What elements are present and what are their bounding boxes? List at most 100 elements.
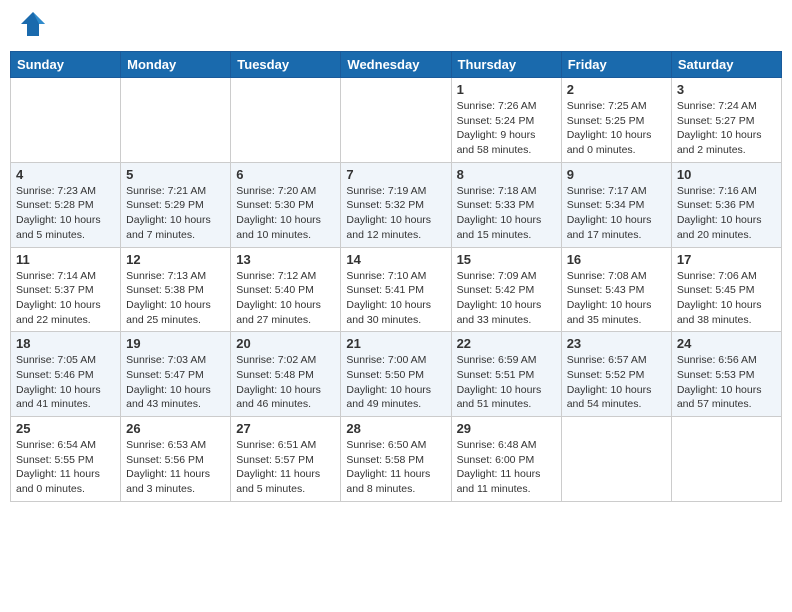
day-number: 12 bbox=[126, 252, 225, 267]
calendar-cell: 16 Sunrise: 7:08 AM Sunset: 5:43 PM Dayli… bbox=[561, 247, 671, 332]
day-info: Sunrise: 7:21 AM Sunset: 5:29 PM Dayligh… bbox=[126, 184, 225, 243]
calendar-cell bbox=[231, 78, 341, 163]
calendar-cell: 3 Sunrise: 7:24 AM Sunset: 5:27 PM Daylig… bbox=[671, 78, 781, 163]
day-number: 4 bbox=[16, 167, 115, 182]
week-row-1: 1Sunrise: 7:26 AM Sunset: 5:24 PM Daylig… bbox=[11, 78, 782, 163]
day-number: 3 bbox=[677, 82, 776, 97]
day-header-monday: Monday bbox=[121, 52, 231, 78]
day-info: Sunrise: 6:59 AM Sunset: 5:51 PM Dayligh… bbox=[457, 353, 556, 412]
day-number: 17 bbox=[677, 252, 776, 267]
day-number: 13 bbox=[236, 252, 335, 267]
day-info: Sunrise: 6:56 AM Sunset: 5:53 PM Dayligh… bbox=[677, 353, 776, 412]
day-info: Sunrise: 7:14 AM Sunset: 5:37 PM Dayligh… bbox=[16, 269, 115, 328]
day-info: Sunrise: 7:06 AM Sunset: 5:45 PM Dayligh… bbox=[677, 269, 776, 328]
calendar-cell: 4 Sunrise: 7:23 AM Sunset: 5:28 PM Daylig… bbox=[11, 162, 121, 247]
day-header-tuesday: Tuesday bbox=[231, 52, 341, 78]
day-number: 28 bbox=[346, 421, 445, 436]
day-header-thursday: Thursday bbox=[451, 52, 561, 78]
calendar-cell: 9Sunrise: 7:17 AM Sunset: 5:34 PM Daylig… bbox=[561, 162, 671, 247]
calendar-cell: 13 Sunrise: 7:12 AM Sunset: 5:40 PM Dayli… bbox=[231, 247, 341, 332]
day-info: Sunrise: 7:03 AM Sunset: 5:47 PM Dayligh… bbox=[126, 353, 225, 412]
day-number: 22 bbox=[457, 336, 556, 351]
calendar-cell: 20 Sunrise: 7:02 AM Sunset: 5:48 PM Dayli… bbox=[231, 332, 341, 417]
calendar-cell: 2 Sunrise: 7:25 AM Sunset: 5:25 PM Daylig… bbox=[561, 78, 671, 163]
calendar-cell: 1Sunrise: 7:26 AM Sunset: 5:24 PM Daylig… bbox=[451, 78, 561, 163]
calendar-cell: 26 Sunrise: 6:53 AM Sunset: 5:56 PM Dayli… bbox=[121, 417, 231, 502]
day-header-sunday: Sunday bbox=[11, 52, 121, 78]
day-number: 19 bbox=[126, 336, 225, 351]
calendar-cell bbox=[341, 78, 451, 163]
day-number: 15 bbox=[457, 252, 556, 267]
day-info: Sunrise: 7:23 AM Sunset: 5:28 PM Dayligh… bbox=[16, 184, 115, 243]
calendar-cell: 24 Sunrise: 6:56 AM Sunset: 5:53 PM Dayli… bbox=[671, 332, 781, 417]
day-info: Sunrise: 7:10 AM Sunset: 5:41 PM Dayligh… bbox=[346, 269, 445, 328]
day-number: 18 bbox=[16, 336, 115, 351]
calendar-cell: 22 Sunrise: 6:59 AM Sunset: 5:51 PM Dayli… bbox=[451, 332, 561, 417]
logo bbox=[14, 10, 47, 43]
day-number: 8 bbox=[457, 167, 556, 182]
logo-icon bbox=[19, 10, 47, 43]
day-info: Sunrise: 7:09 AM Sunset: 5:42 PM Dayligh… bbox=[457, 269, 556, 328]
day-number: 5 bbox=[126, 167, 225, 182]
day-info: Sunrise: 6:51 AM Sunset: 5:57 PM Dayligh… bbox=[236, 438, 335, 497]
day-number: 26 bbox=[126, 421, 225, 436]
calendar-cell: 27 Sunrise: 6:51 AM Sunset: 5:57 PM Dayli… bbox=[231, 417, 341, 502]
calendar-cell: 28 Sunrise: 6:50 AM Sunset: 5:58 PM Dayli… bbox=[341, 417, 451, 502]
day-info: Sunrise: 7:24 AM Sunset: 5:27 PM Dayligh… bbox=[677, 99, 776, 158]
day-number: 24 bbox=[677, 336, 776, 351]
day-info: Sunrise: 7:16 AM Sunset: 5:36 PM Dayligh… bbox=[677, 184, 776, 243]
calendar-cell: 6Sunrise: 7:20 AM Sunset: 5:30 PM Daylig… bbox=[231, 162, 341, 247]
calendar-cell bbox=[11, 78, 121, 163]
day-number: 14 bbox=[346, 252, 445, 267]
calendar-cell bbox=[561, 417, 671, 502]
calendar-cell: 29Sunrise: 6:48 AM Sunset: 6:00 PM Dayli… bbox=[451, 417, 561, 502]
day-info: Sunrise: 7:05 AM Sunset: 5:46 PM Dayligh… bbox=[16, 353, 115, 412]
week-row-5: 25Sunrise: 6:54 AM Sunset: 5:55 PM Dayli… bbox=[11, 417, 782, 502]
calendar-cell: 10 Sunrise: 7:16 AM Sunset: 5:36 PM Dayli… bbox=[671, 162, 781, 247]
day-number: 1 bbox=[457, 82, 556, 97]
day-header-saturday: Saturday bbox=[671, 52, 781, 78]
day-info: Sunrise: 7:25 AM Sunset: 5:25 PM Dayligh… bbox=[567, 99, 666, 158]
week-row-4: 18 Sunrise: 7:05 AM Sunset: 5:46 PM Dayli… bbox=[11, 332, 782, 417]
day-info: Sunrise: 7:08 AM Sunset: 5:43 PM Dayligh… bbox=[567, 269, 666, 328]
calendar-cell: 14 Sunrise: 7:10 AM Sunset: 5:41 PM Dayli… bbox=[341, 247, 451, 332]
day-info: Sunrise: 7:18 AM Sunset: 5:33 PM Dayligh… bbox=[457, 184, 556, 243]
day-number: 20 bbox=[236, 336, 335, 351]
calendar-cell bbox=[121, 78, 231, 163]
day-info: Sunrise: 7:12 AM Sunset: 5:40 PM Dayligh… bbox=[236, 269, 335, 328]
day-info: Sunrise: 6:57 AM Sunset: 5:52 PM Dayligh… bbox=[567, 353, 666, 412]
day-info: Sunrise: 7:02 AM Sunset: 5:48 PM Dayligh… bbox=[236, 353, 335, 412]
day-number: 27 bbox=[236, 421, 335, 436]
day-number: 6 bbox=[236, 167, 335, 182]
calendar-cell: 5 Sunrise: 7:21 AM Sunset: 5:29 PM Daylig… bbox=[121, 162, 231, 247]
page-header bbox=[10, 10, 782, 43]
day-info: Sunrise: 7:19 AM Sunset: 5:32 PM Dayligh… bbox=[346, 184, 445, 243]
calendar-cell: 25Sunrise: 6:54 AM Sunset: 5:55 PM Dayli… bbox=[11, 417, 121, 502]
calendar-cell: 21Sunrise: 7:00 AM Sunset: 5:50 PM Dayli… bbox=[341, 332, 451, 417]
day-info: Sunrise: 7:13 AM Sunset: 5:38 PM Dayligh… bbox=[126, 269, 225, 328]
day-info: Sunrise: 6:50 AM Sunset: 5:58 PM Dayligh… bbox=[346, 438, 445, 497]
calendar-cell bbox=[671, 417, 781, 502]
day-info: Sunrise: 6:53 AM Sunset: 5:56 PM Dayligh… bbox=[126, 438, 225, 497]
day-header-friday: Friday bbox=[561, 52, 671, 78]
calendar-cell: 23 Sunrise: 6:57 AM Sunset: 5:52 PM Dayli… bbox=[561, 332, 671, 417]
day-number: 11 bbox=[16, 252, 115, 267]
calendar-cell: 19 Sunrise: 7:03 AM Sunset: 5:47 PM Dayli… bbox=[121, 332, 231, 417]
calendar-header-row: SundayMondayTuesdayWednesdayThursdayFrid… bbox=[11, 52, 782, 78]
calendar-cell: 17 Sunrise: 7:06 AM Sunset: 5:45 PM Dayli… bbox=[671, 247, 781, 332]
week-row-2: 4 Sunrise: 7:23 AM Sunset: 5:28 PM Daylig… bbox=[11, 162, 782, 247]
day-number: 10 bbox=[677, 167, 776, 182]
calendar-table: SundayMondayTuesdayWednesdayThursdayFrid… bbox=[10, 51, 782, 502]
day-number: 2 bbox=[567, 82, 666, 97]
calendar-cell: 18 Sunrise: 7:05 AM Sunset: 5:46 PM Dayli… bbox=[11, 332, 121, 417]
day-number: 7 bbox=[346, 167, 445, 182]
calendar-cell: 8 Sunrise: 7:18 AM Sunset: 5:33 PM Daylig… bbox=[451, 162, 561, 247]
day-info: Sunrise: 6:48 AM Sunset: 6:00 PM Dayligh… bbox=[457, 438, 556, 497]
day-number: 9 bbox=[567, 167, 666, 182]
day-number: 16 bbox=[567, 252, 666, 267]
week-row-3: 11 Sunrise: 7:14 AM Sunset: 5:37 PM Dayli… bbox=[11, 247, 782, 332]
day-header-wednesday: Wednesday bbox=[341, 52, 451, 78]
calendar-cell: 11 Sunrise: 7:14 AM Sunset: 5:37 PM Dayli… bbox=[11, 247, 121, 332]
day-number: 23 bbox=[567, 336, 666, 351]
calendar-cell: 7 Sunrise: 7:19 AM Sunset: 5:32 PM Daylig… bbox=[341, 162, 451, 247]
